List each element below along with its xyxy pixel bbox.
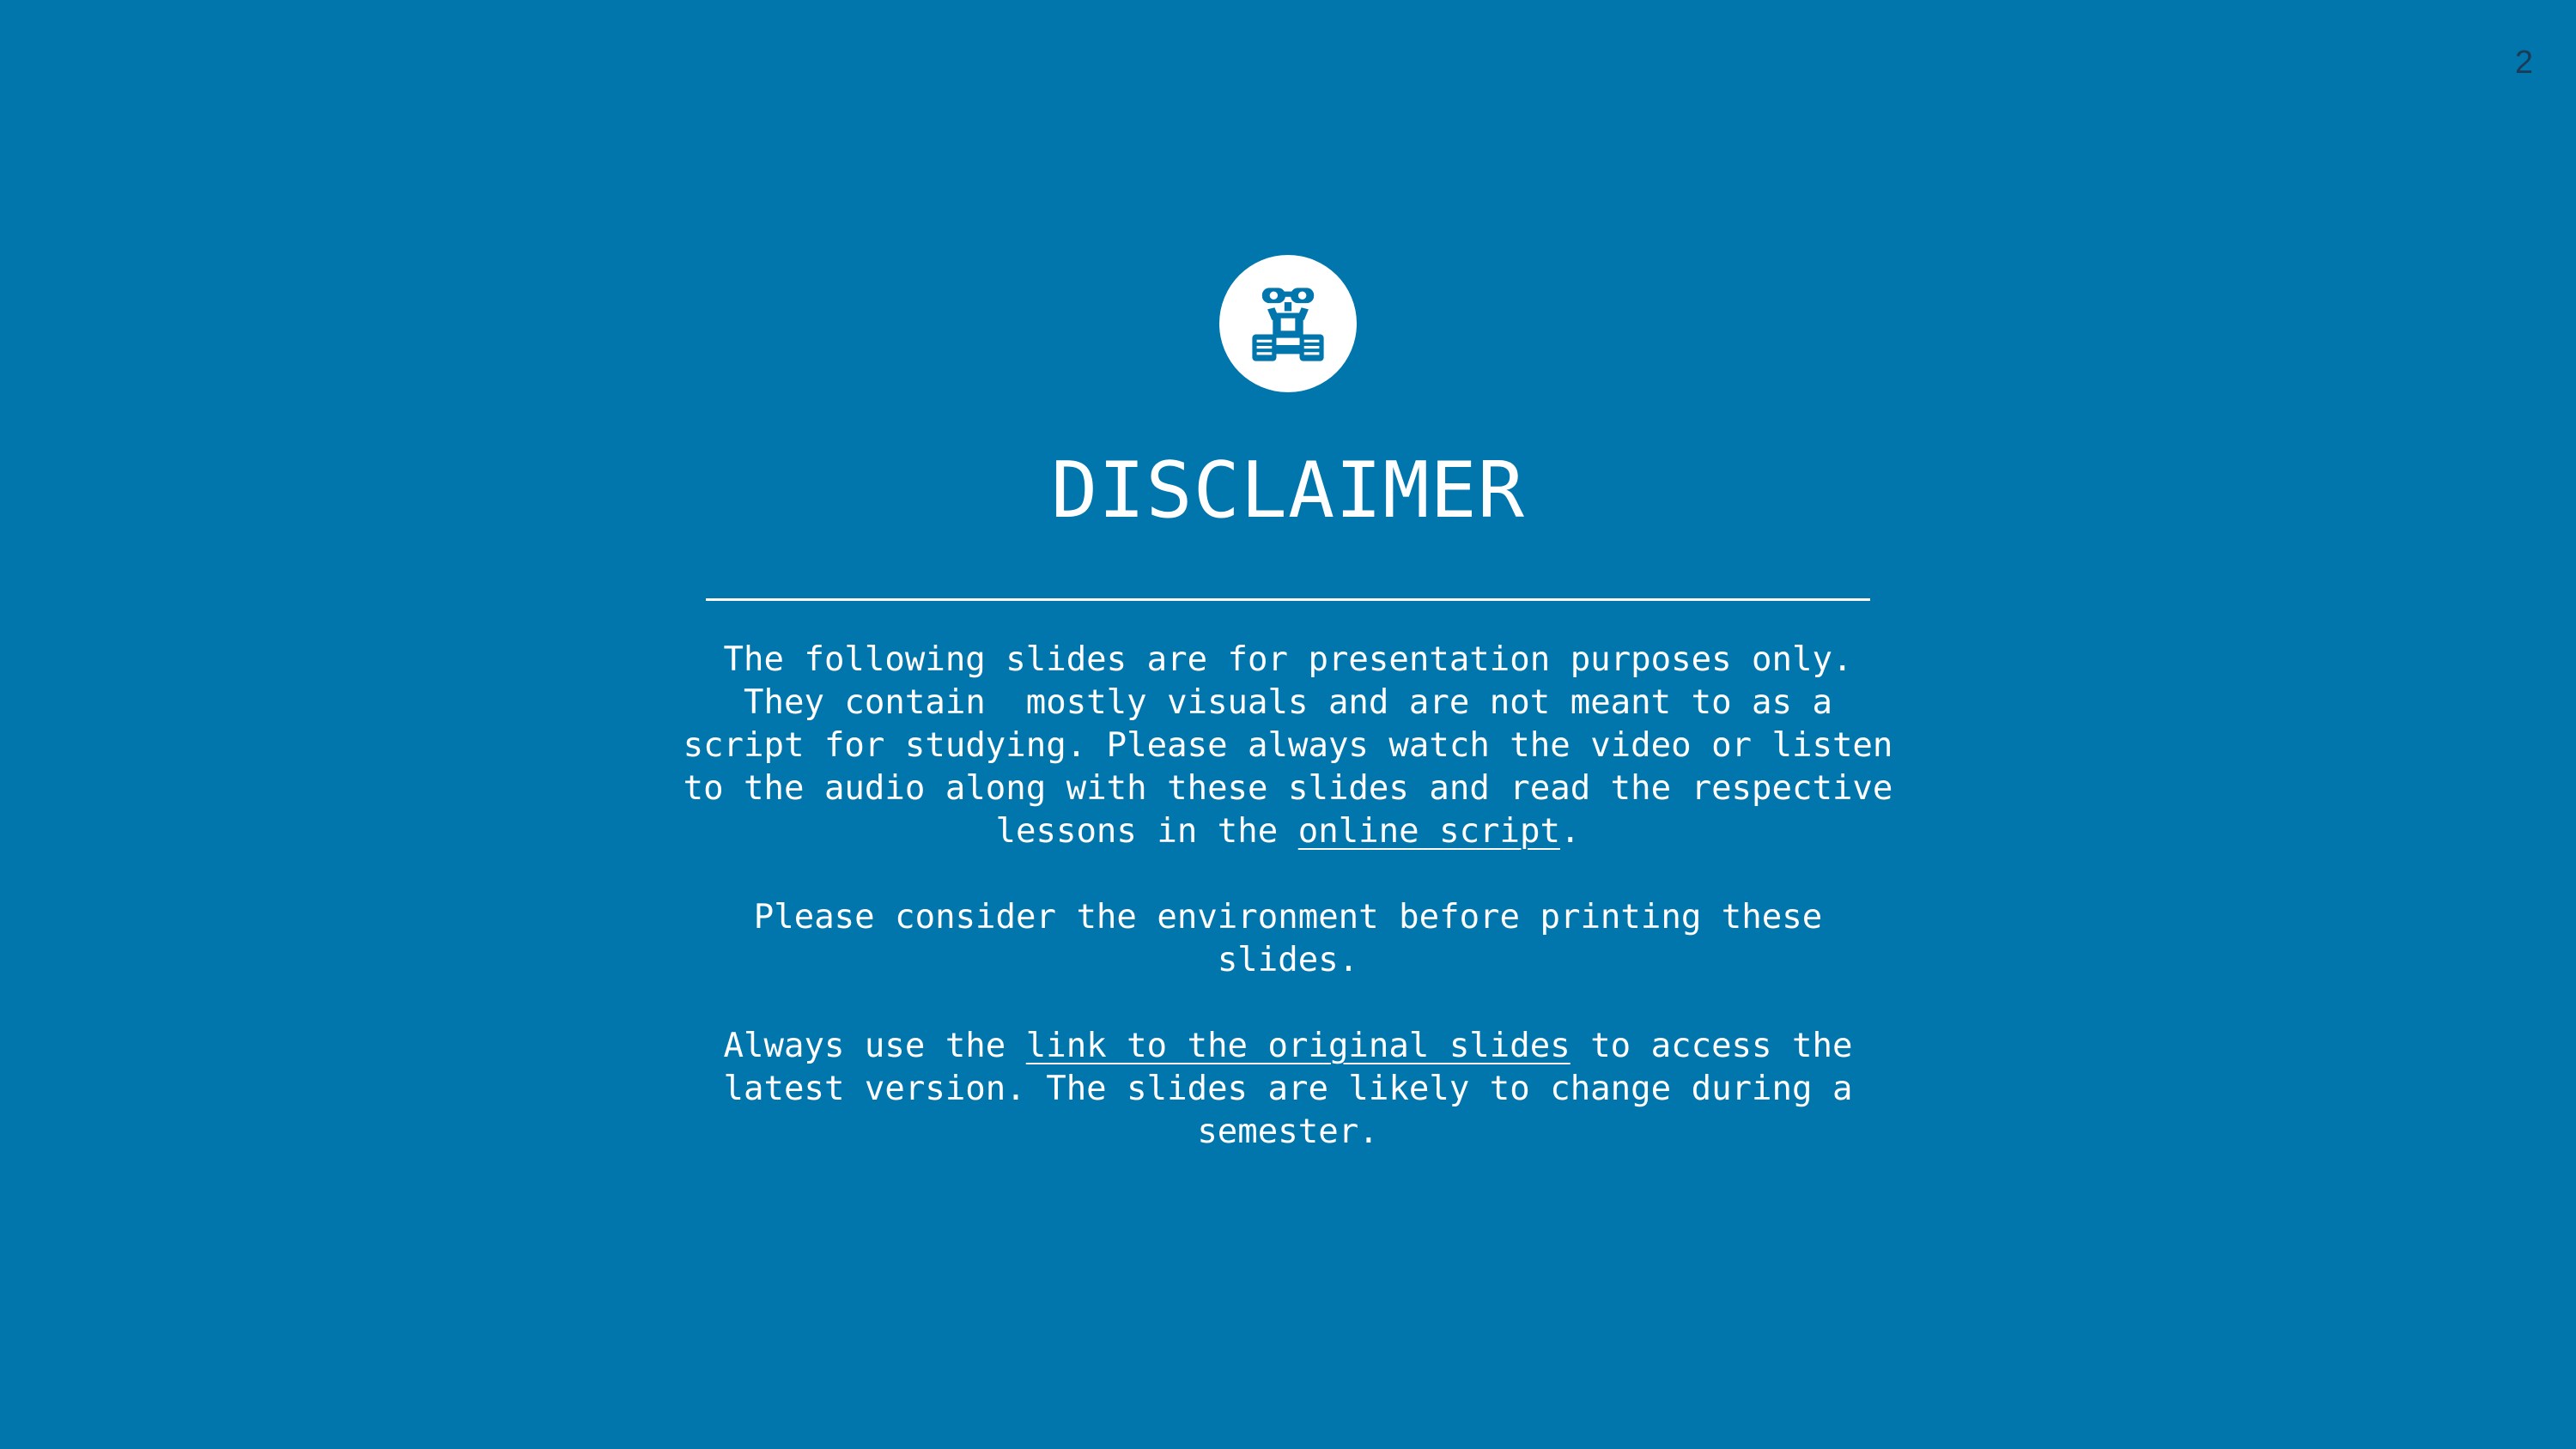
p2-line-2: slides.: [1217, 941, 1359, 979]
disclaimer-body: The following slides are for presentatio…: [670, 639, 1906, 1154]
slide-title: DISCLAIMER: [1051, 446, 1525, 536]
p1-line-3: script for studying. Please always watch…: [683, 726, 1893, 765]
p1-line-2: They contain mostly visuals and are not …: [744, 683, 1832, 722]
p1-line-4: to the audio along with these slides and…: [683, 769, 1893, 808]
p3-line-3: semester.: [1197, 1113, 1379, 1151]
disclaimer-paragraph-3: Always use the link to the original slid…: [670, 1025, 1906, 1154]
disclaimer-paragraph-1: The following slides are for presentatio…: [670, 639, 1906, 853]
online-script-link[interactable]: online script: [1298, 812, 1560, 851]
p1-line-5-after: .: [1559, 812, 1581, 851]
p3-line-2: latest version. The slides are likely to…: [723, 1070, 1853, 1108]
robot-logo: [1219, 255, 1357, 392]
p3-line-1-after: to access the: [1570, 1027, 1853, 1065]
p1-line-1: The following slides are for presentatio…: [723, 640, 1853, 679]
p1-line-5-before: lessons in the: [995, 812, 1298, 851]
disclaimer-paragraph-2: Please consider the environment before p…: [670, 896, 1906, 982]
original-slides-link[interactable]: link to the original slides: [1026, 1027, 1571, 1065]
slide-number: 2: [2514, 45, 2533, 81]
p2-line-1: Please consider the environment before p…: [753, 898, 1823, 937]
robot-icon: [1252, 288, 1324, 361]
p3-line-1-before: Always use the: [723, 1027, 1026, 1065]
title-divider: [706, 598, 1870, 601]
